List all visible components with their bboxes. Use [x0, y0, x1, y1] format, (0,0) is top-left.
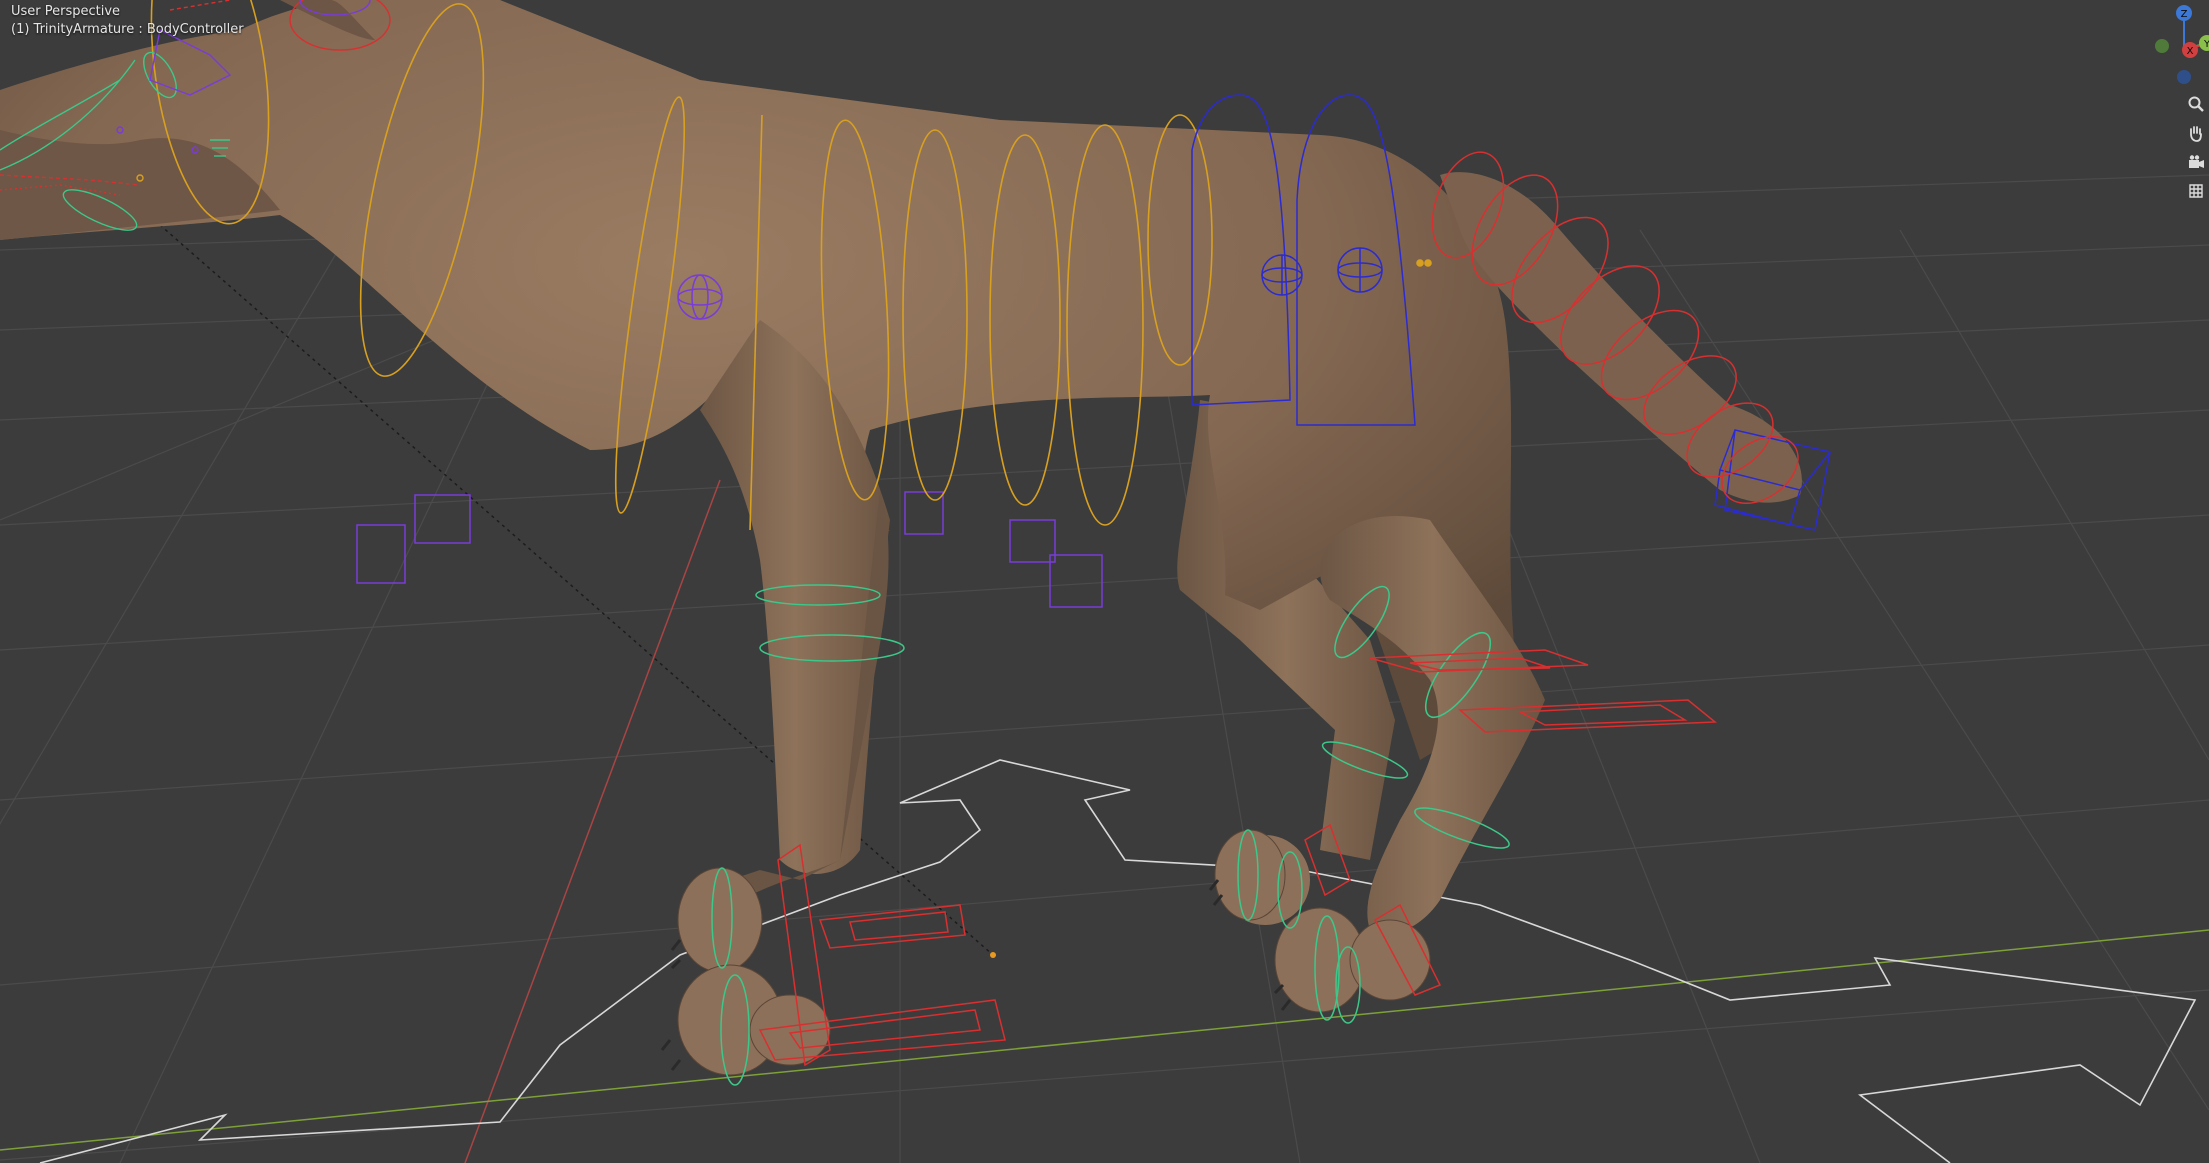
gizmo-x-label: X [2187, 46, 2194, 57]
camera-icon[interactable] [2183, 149, 2209, 175]
gizmo-negative-x-handle[interactable] [2155, 39, 2169, 53]
gizmo-y-label: Y [2203, 39, 2209, 50]
gizmo-z-label: Z [2181, 9, 2188, 20]
navigation-toolbar [2179, 88, 2209, 207]
active-object-label: (1) TrinityArmature : BodyController [11, 22, 244, 37]
zoom-icon[interactable] [2183, 91, 2209, 117]
pivot-dot [990, 952, 996, 958]
dog-mesh [0, 0, 1802, 934]
gizmo-negative-z-handle[interactable] [2177, 70, 2191, 84]
3d-viewport[interactable]: User Perspective (1) TrinityArmature : B… [0, 0, 2209, 1163]
navigation-gizmo[interactable]: Z Y X [2149, 0, 2209, 90]
scene-render[interactable] [0, 0, 2209, 1163]
x-axis-line [464, 479, 721, 1163]
hand-icon[interactable] [2183, 120, 2209, 146]
view-name-label: User Perspective [11, 4, 121, 19]
root-controller [39, 759, 2197, 1163]
grid-icon[interactable] [2183, 178, 2209, 204]
